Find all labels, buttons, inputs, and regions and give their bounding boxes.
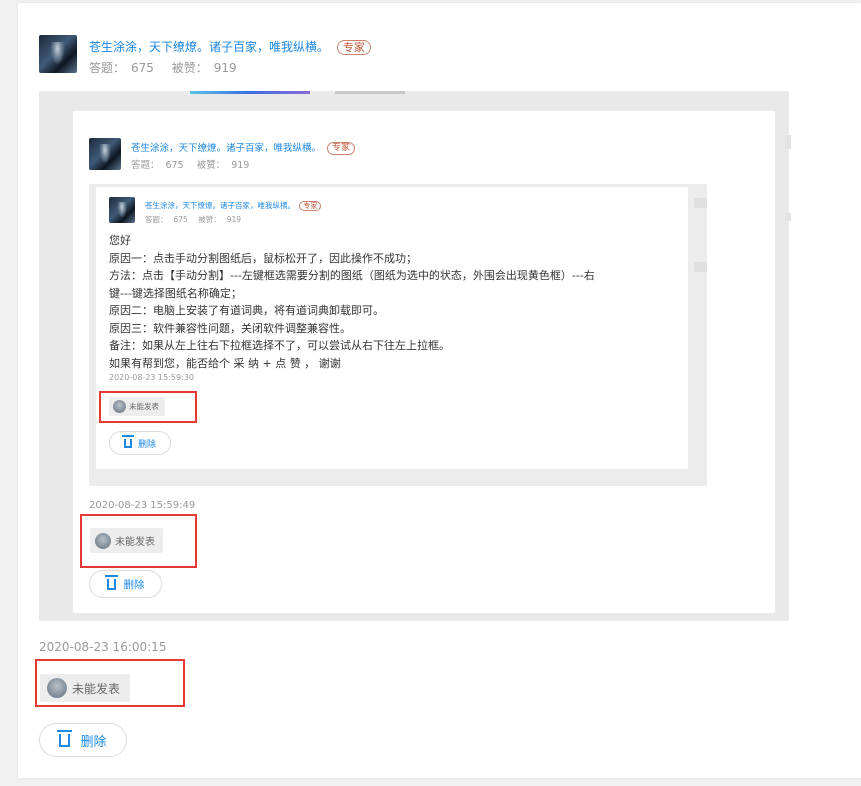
answer-line: 原因二：电脑上安装了有道词典，将有道词典卸载即可。 — [109, 304, 384, 317]
avatar[interactable] — [109, 197, 135, 223]
answers-count: 675 — [173, 215, 188, 224]
answers-label: 答题： — [131, 160, 160, 171]
likes-count: 919 — [213, 61, 237, 75]
delete-label: 删除 — [80, 734, 107, 750]
answers-label: 答题： — [145, 215, 168, 224]
username-link[interactable]: 苍生涂涂，天下缭燎。诸子百家，唯我纵横。 专家 — [89, 38, 371, 56]
avatar[interactable] — [89, 138, 121, 170]
answers-label: 答题： — [89, 61, 126, 75]
delete-button[interactable]: 删除 — [39, 723, 127, 757]
expert-badge: 专家 — [327, 142, 356, 155]
likes-count: 919 — [231, 160, 250, 171]
cropped-top-strip — [185, 91, 425, 97]
publish-status-text: 未能发表 — [129, 402, 159, 411]
delete-button[interactable]: 删除 — [89, 570, 162, 598]
trash-icon — [104, 574, 118, 590]
crying-face-icon — [95, 532, 111, 549]
likes-count: 919 — [226, 215, 242, 224]
answer-line: 备注：如果从左上往右下拉框选择不了，可以尝试从右下往左上拉框。 — [109, 339, 450, 352]
answers-count: 675 — [131, 61, 154, 75]
username-link[interactable]: 苍生涂涂，天下缭燎。诸子百家，唯我纵横。 专家 — [145, 200, 322, 212]
inner-right-strip — [694, 262, 707, 272]
answer-line: 原因一：点击手动分割图纸后，鼠标松开了，因此操作不成功； — [109, 251, 417, 265]
delete-label: 删除 — [123, 578, 145, 591]
answer-body: 您好 原因一：点击手动分割图纸后，鼠标松开了，因此操作不成功； 方法：点击【手动… — [109, 232, 595, 372]
post-timestamp: 2020-08-23 15:59:49 — [89, 500, 196, 511]
post-timestamp: 2020-08-23 16:00:15 — [39, 640, 167, 654]
answer-line: 如果有帮到您，能否给个 采 纳 + 点 赞 ， 谢谢 — [109, 356, 341, 370]
username-text[interactable]: 苍生涂涂，天下缭燎。诸子百家，唯我纵横。 — [131, 143, 321, 154]
expert-badge: 专家 — [336, 39, 371, 56]
right-edge-fragments — [785, 135, 791, 285]
answer-line: 键---键选择图纸名称确定； — [109, 286, 242, 300]
trash-icon — [57, 729, 73, 747]
delete-button[interactable]: 删除 — [109, 431, 171, 455]
publish-status: 未能发表 — [40, 674, 131, 702]
answer-line: 方法：点击【手动分割】---左键框选需要分割的图纸（图纸为选中的状态，外围会出现… — [109, 269, 595, 282]
likes-label: 被赞： — [171, 61, 208, 75]
username-text[interactable]: 苍生涂涂，天下缭燎。诸子百家，唯我纵横。 — [145, 201, 295, 210]
user-stats: 答题： 675 被赞： 919 — [145, 214, 247, 225]
publish-status-text: 未能发表 — [72, 681, 121, 696]
delete-label: 删除 — [137, 439, 156, 450]
crying-face-icon — [47, 678, 67, 698]
username-text[interactable]: 苍生涂涂，天下缭燎。诸子百家，唯我纵横。 — [89, 40, 329, 54]
username-link[interactable]: 苍生涂涂，天下缭燎。诸子百家，唯我纵横。 专家 — [131, 140, 356, 155]
user-stats: 答题： 675 被赞： 919 — [89, 59, 243, 76]
publish-status-text: 未能发表 — [115, 537, 155, 548]
likes-label: 被赞： — [198, 215, 221, 224]
post-timestamp: 2020-08-23 15:59:30 — [109, 373, 194, 382]
answer-line: 您好 — [109, 234, 131, 247]
answers-count: 675 — [165, 160, 184, 171]
user-stats: 答题： 675 被赞： 919 — [131, 157, 255, 171]
publish-status: 未能发表 — [109, 397, 165, 416]
crying-face-icon — [113, 400, 126, 413]
avatar[interactable] — [39, 35, 77, 73]
expert-badge: 专家 — [299, 200, 322, 212]
likes-label: 被赞： — [196, 160, 226, 171]
answer-line: 原因三：软件兼容性问题，关闭软件调整兼容性。 — [109, 321, 351, 335]
publish-status: 未能发表 — [90, 528, 163, 553]
inner-right-strip — [694, 198, 707, 208]
trash-icon — [121, 434, 134, 448]
